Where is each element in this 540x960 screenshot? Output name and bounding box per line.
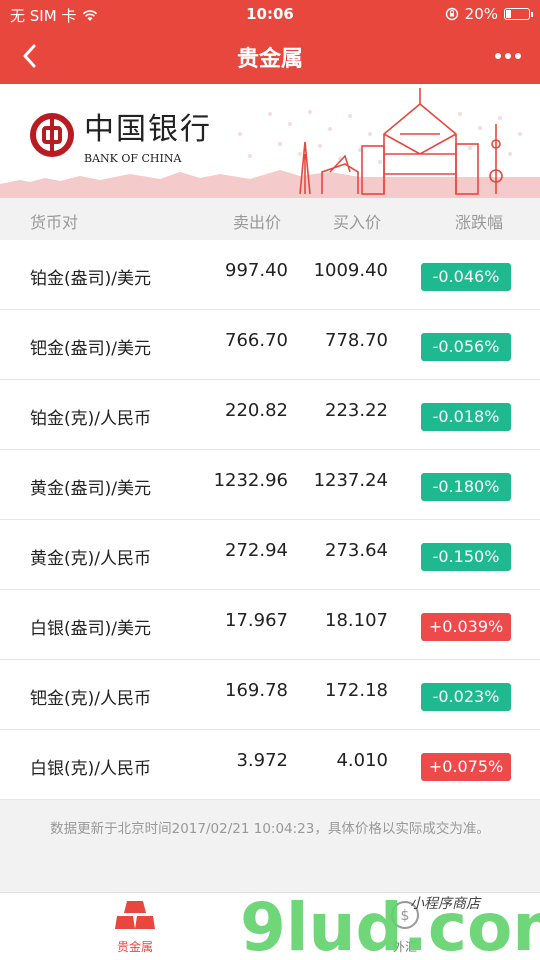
table-row[interactable]: 铂金(克)/人民币 220.82 223.22 -0.018% xyxy=(0,380,540,450)
buy-price: 778.70 xyxy=(325,330,388,351)
bank-name-cn: 中国银行 xyxy=(84,112,212,147)
buy-price: 1009.40 xyxy=(313,260,388,281)
buy-price: 18.107 xyxy=(325,610,388,631)
battery-percent: 20% xyxy=(464,5,498,23)
table-row[interactable]: 钯金(盎司)/美元 766.70 778.70 -0.056% xyxy=(0,310,540,380)
pair-name: 铂金(克)/人民币 xyxy=(30,409,151,429)
sell-price: 766.70 xyxy=(225,330,288,351)
update-note: 数据更新于北京时间2017/02/21 10:04:23，具体价格以实际成交为准… xyxy=(50,821,490,837)
pair-name: 铂金(盎司)/美元 xyxy=(30,269,151,289)
status-bar: 无 SIM 卡 10:06 20% xyxy=(0,0,540,28)
pair-name: 白银(克)/人民币 xyxy=(30,759,151,779)
battery-icon xyxy=(504,8,533,20)
change-badge: -0.180% xyxy=(421,473,511,501)
pair-name: 黄金(克)/人民币 xyxy=(30,549,151,569)
gold-bars-icon xyxy=(115,901,155,929)
header-buy: 买入价 xyxy=(333,213,382,232)
pair-name: 钯金(盎司)/美元 xyxy=(30,339,151,359)
price-list: 铂金(盎司)/美元 997.40 1009.40 -0.046% 钯金(盎司)/… xyxy=(0,240,540,800)
change-badge: +0.075% xyxy=(421,753,511,781)
tab-label: 贵金属 xyxy=(116,940,153,954)
change-badge: -0.023% xyxy=(421,683,511,711)
buy-price: 4.010 xyxy=(336,750,388,771)
buy-price: 172.18 xyxy=(325,680,388,701)
table-row[interactable]: 黄金(克)/人民币 272.94 273.64 -0.150% xyxy=(0,520,540,590)
pair-name: 黄金(盎司)/美元 xyxy=(30,479,151,499)
nav-bar: 贵金属 xyxy=(0,28,540,84)
bank-banner: 中国银行 BANK OF CHINA xyxy=(0,84,540,198)
table-header: 货币对 卖出价 买入价 涨跌幅 xyxy=(0,198,540,240)
sell-price: 3.972 xyxy=(236,750,288,771)
sell-price: 220.82 xyxy=(225,400,288,421)
tab-precious-metals[interactable]: 贵金属 xyxy=(90,899,180,955)
table-row[interactable]: 白银(盎司)/美元 17.967 18.107 +0.039% xyxy=(0,590,540,660)
buy-price: 273.64 xyxy=(325,540,388,561)
change-badge: -0.018% xyxy=(421,403,511,431)
sell-price: 997.40 xyxy=(225,260,288,281)
currency-icon: $ xyxy=(391,901,419,929)
sell-price: 1232.96 xyxy=(213,470,288,491)
header-pair: 货币对 xyxy=(30,213,79,232)
pair-name: 钯金(克)/人民币 xyxy=(30,689,151,709)
change-badge: -0.150% xyxy=(421,543,511,571)
tab-label: 外汇 xyxy=(392,940,417,954)
change-badge: -0.046% xyxy=(421,263,511,291)
tab-bar: 贵金属 $ 外汇 xyxy=(0,892,540,960)
table-row[interactable]: 铂金(盎司)/美元 997.40 1009.40 -0.046% xyxy=(0,240,540,310)
table-row[interactable]: 钯金(克)/人民币 169.78 172.18 -0.023% xyxy=(0,660,540,730)
sell-price: 169.78 xyxy=(225,680,288,701)
bank-name-en: BANK OF CHINA xyxy=(84,152,182,165)
tab-forex[interactable]: $ 外汇 xyxy=(360,899,450,955)
pair-name: 白银(盎司)/美元 xyxy=(30,619,151,639)
table-row[interactable]: 黄金(盎司)/美元 1232.96 1237.24 -0.180% xyxy=(0,450,540,520)
more-button[interactable] xyxy=(488,38,528,74)
bank-of-china-logo-icon xyxy=(30,112,74,157)
header-change: 涨跌幅 xyxy=(455,213,504,232)
sell-price: 272.94 xyxy=(225,540,288,561)
table-row[interactable]: 白银(克)/人民币 3.972 4.010 +0.075% xyxy=(0,730,540,800)
status-right: 20% xyxy=(445,5,533,23)
page-title: 贵金属 xyxy=(236,47,303,72)
change-badge: +0.039% xyxy=(421,613,511,641)
buy-price: 223.22 xyxy=(325,400,388,421)
bank-logo: 中国银行 BANK OF CHINA xyxy=(30,104,212,165)
sell-price: 17.967 xyxy=(225,610,288,631)
header-sell: 卖出价 xyxy=(233,213,282,232)
more-dots-icon xyxy=(495,53,501,59)
svg-text:$: $ xyxy=(401,908,410,924)
rotation-lock-icon xyxy=(445,7,458,21)
change-badge: -0.056% xyxy=(421,333,511,361)
buy-price: 1237.24 xyxy=(313,470,388,491)
